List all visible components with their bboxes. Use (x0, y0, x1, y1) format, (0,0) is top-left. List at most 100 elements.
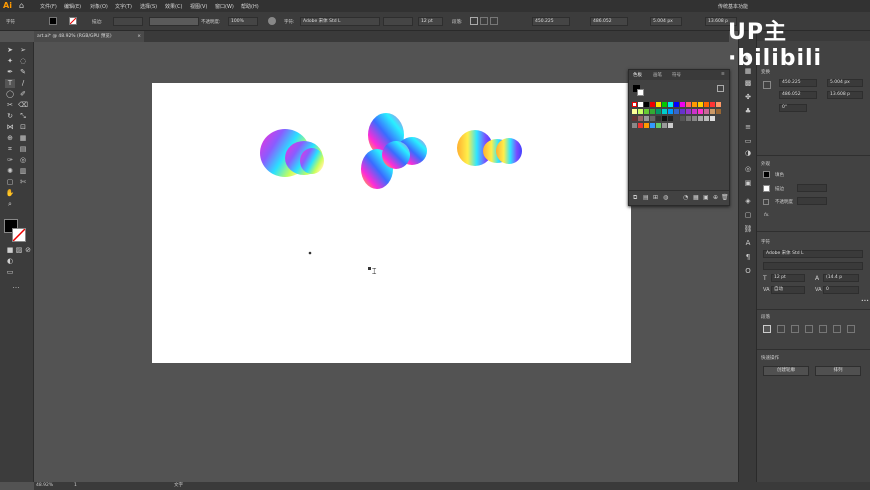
create-outlines-button[interactable]: 创建轮廓 (763, 366, 809, 376)
trash-icon[interactable]: 🗑 (721, 194, 729, 201)
y-field[interactable]: 486.052 (590, 17, 628, 26)
free-transform-icon[interactable]: ⊡ (18, 123, 28, 132)
home-icon[interactable]: ⌂ (19, 1, 28, 10)
swatch-menu-icon[interactable]: ▦ (693, 194, 699, 201)
eyedropper-icon[interactable]: ✑ (5, 156, 15, 165)
align-center-icon[interactable] (480, 17, 488, 25)
swatch-grid[interactable] (632, 102, 728, 142)
stroke-weight-field[interactable] (113, 17, 143, 26)
rp-leading[interactable]: (14.4 p (823, 274, 859, 282)
menu-window[interactable]: 窗口(W) (215, 3, 234, 10)
rp-kerning[interactable]: 自动 (771, 286, 805, 294)
close-icon[interactable]: × (137, 31, 141, 42)
mesh-icon[interactable]: ⌗ (5, 145, 15, 154)
scale-icon[interactable]: ⤡ (18, 112, 28, 121)
graph-icon[interactable]: ▥ (18, 167, 28, 176)
artboards-icon[interactable]: ▢ (743, 211, 753, 220)
document-tab[interactable]: art.ai* @ 48.92% (RGB/GPU 预览) × (34, 31, 144, 42)
artboard[interactable]: 𝙸 (152, 83, 631, 363)
font-size-field[interactable]: 12 pt (418, 17, 443, 26)
hand-icon[interactable]: ✋ (5, 189, 15, 198)
para-justify-left-icon[interactable] (805, 325, 813, 333)
rp-font-style[interactable] (763, 262, 863, 270)
transform-y-field[interactable]: 486.052 (779, 91, 817, 99)
menu-edit[interactable]: 编辑(E) (64, 3, 81, 10)
panel-menu-icon[interactable]: ≡ (721, 72, 725, 77)
workspace-switcher[interactable]: 传统基本功能 (718, 3, 748, 10)
swatches-panel-icon[interactable]: ▩ (743, 79, 753, 88)
page-number[interactable]: 1 (74, 482, 77, 490)
variable-width-profile[interactable] (149, 17, 199, 26)
transform-x-field[interactable]: 450.225 (779, 79, 817, 87)
magic-wand-icon[interactable]: ✦ (5, 57, 15, 66)
stroke-color-icon[interactable] (12, 228, 26, 242)
layers-icon[interactable]: ◈ (743, 197, 753, 206)
paragraph-icon[interactable]: ¶ (743, 253, 753, 262)
swatch-options-icon[interactable]: ⊞ (653, 194, 658, 201)
swatch-stroke-icon[interactable] (637, 89, 644, 96)
grid-view-icon[interactable] (717, 85, 724, 92)
more-tools-icon[interactable]: … (11, 282, 21, 291)
menu-view[interactable]: 视图(V) (190, 3, 207, 10)
stray-point[interactable] (308, 251, 312, 255)
rotate-angle-field[interactable]: 0° (779, 104, 807, 112)
blob-middle[interactable] (361, 113, 427, 189)
para-align-left-icon[interactable] (763, 325, 771, 333)
width-tool-icon[interactable]: ⋈ (5, 123, 15, 132)
swatch-kind-icon[interactable]: ▤ (643, 194, 649, 201)
none-mode-icon[interactable]: ⊘ (23, 246, 33, 255)
type-tool-icon[interactable]: T (5, 79, 15, 88)
character-icon[interactable]: A (743, 239, 753, 248)
menu-select[interactable]: 选择(S) (140, 3, 157, 10)
perspective-icon[interactable]: ▦ (18, 134, 28, 143)
fill-swatch[interactable] (49, 17, 57, 25)
eraser-icon[interactable]: ⌫ (18, 101, 28, 110)
transparency-icon[interactable]: ◑ (743, 149, 753, 158)
slice-icon[interactable]: ✄ (18, 178, 28, 187)
appearance-fill-icon[interactable] (763, 171, 770, 178)
blob-right[interactable] (457, 130, 522, 166)
artboard-icon[interactable]: ▢ (5, 178, 15, 187)
menu-effect[interactable]: 效果(C) (165, 3, 182, 10)
new-swatch-icon[interactable]: ⊕ (713, 194, 718, 201)
more-options-icon[interactable]: ••• (861, 299, 869, 304)
direct-selection-icon[interactable]: ➢ (18, 46, 28, 55)
recolor-icon[interactable] (268, 17, 276, 25)
transform-w-field[interactable]: 5.004 px (827, 79, 863, 87)
para-justify-center-icon[interactable] (819, 325, 827, 333)
tab-symbols[interactable]: 符号 (672, 72, 681, 78)
rp-tracking[interactable]: 0 (823, 286, 859, 294)
zoom-icon[interactable]: ⌕ (5, 200, 15, 209)
shape-builder-icon[interactable]: ⊕ (5, 134, 15, 143)
w-field[interactable]: 5.004 px (650, 17, 682, 26)
appearance-stroke-icon[interactable] (763, 185, 770, 192)
ellipse-tool-icon[interactable]: ◯ (5, 90, 15, 99)
rp-font-size[interactable]: 12 pt (771, 274, 805, 282)
align-right-icon[interactable] (490, 17, 498, 25)
draw-mode-icon[interactable]: ◐ (5, 257, 15, 266)
menu-help[interactable]: 帮助(H) (241, 3, 259, 10)
shaper-icon[interactable]: ✂ (5, 101, 15, 110)
appearance-stroke-weight[interactable] (797, 184, 827, 192)
curvature-icon[interactable]: ✎ (18, 68, 28, 77)
links-icon[interactable]: ⛓ (743, 225, 753, 234)
align-left-icon[interactable] (470, 17, 478, 25)
brushes-icon[interactable]: ✤ (743, 93, 753, 102)
transform-h-field[interactable]: 13.608 p (827, 91, 863, 99)
screen-mode-icon[interactable]: ▭ (5, 268, 15, 277)
rotate-icon[interactable]: ↻ (5, 112, 15, 121)
edit-color-icon[interactable]: ◔ (683, 194, 688, 201)
library-icon[interactable]: ⧉ (633, 194, 637, 202)
appearance-opacity[interactable] (797, 197, 827, 205)
symbols-icon[interactable]: ♣ (743, 107, 753, 116)
zoom-level[interactable]: 48.92% (36, 482, 53, 490)
pen-tool-icon[interactable]: ✒ (5, 68, 15, 77)
tab-swatches[interactable]: 色板 (633, 72, 642, 78)
line-tool-icon[interactable]: / (18, 79, 28, 88)
para-justify-all-icon[interactable] (847, 325, 855, 333)
opacity-field[interactable]: 100% (228, 17, 258, 26)
para-justify-right-icon[interactable] (833, 325, 841, 333)
menu-object[interactable]: 对象(O) (90, 3, 108, 10)
lasso-icon[interactable]: ◌ (18, 57, 28, 66)
menu-type[interactable]: 文字(T) (115, 3, 132, 10)
